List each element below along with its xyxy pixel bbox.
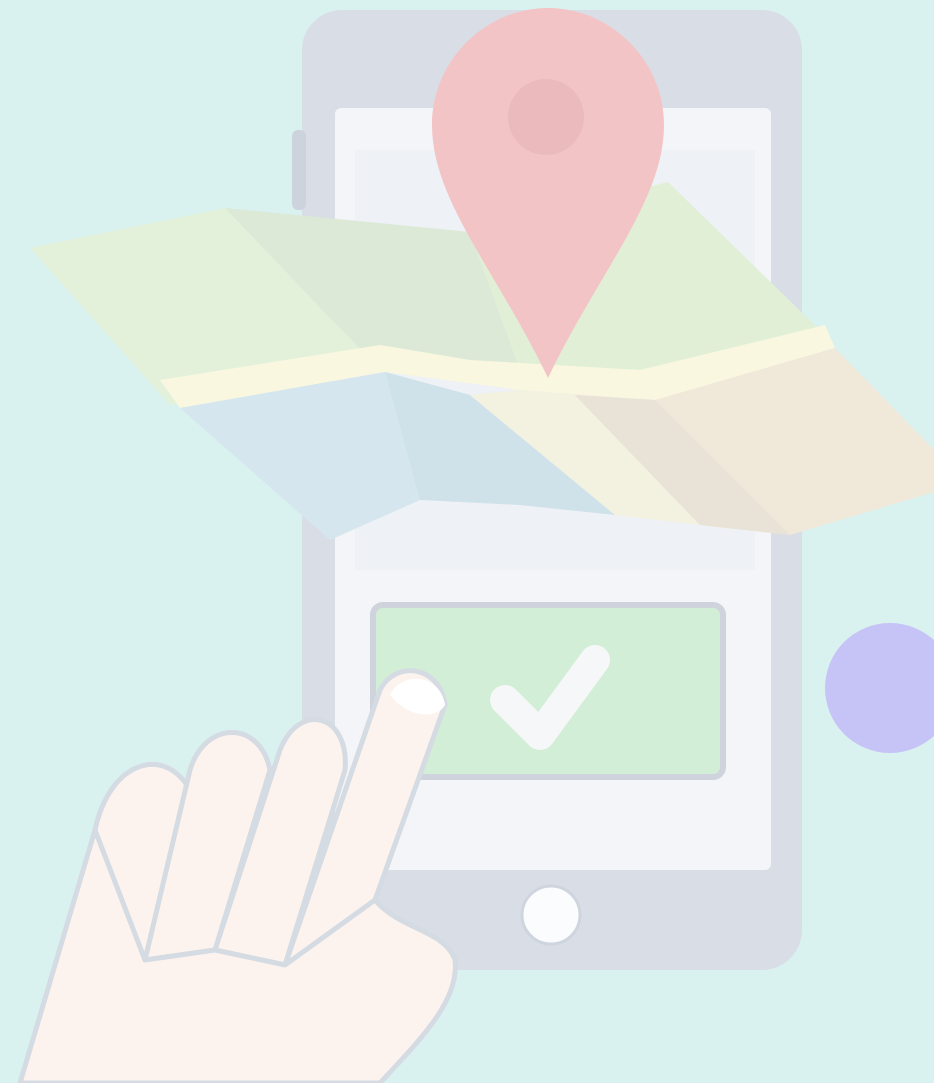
home-button[interactable]: [520, 884, 582, 946]
phone-side-button: [292, 130, 306, 210]
illustration-canvas: [0, 0, 934, 1083]
illustration-scene: [0, 0, 934, 1083]
